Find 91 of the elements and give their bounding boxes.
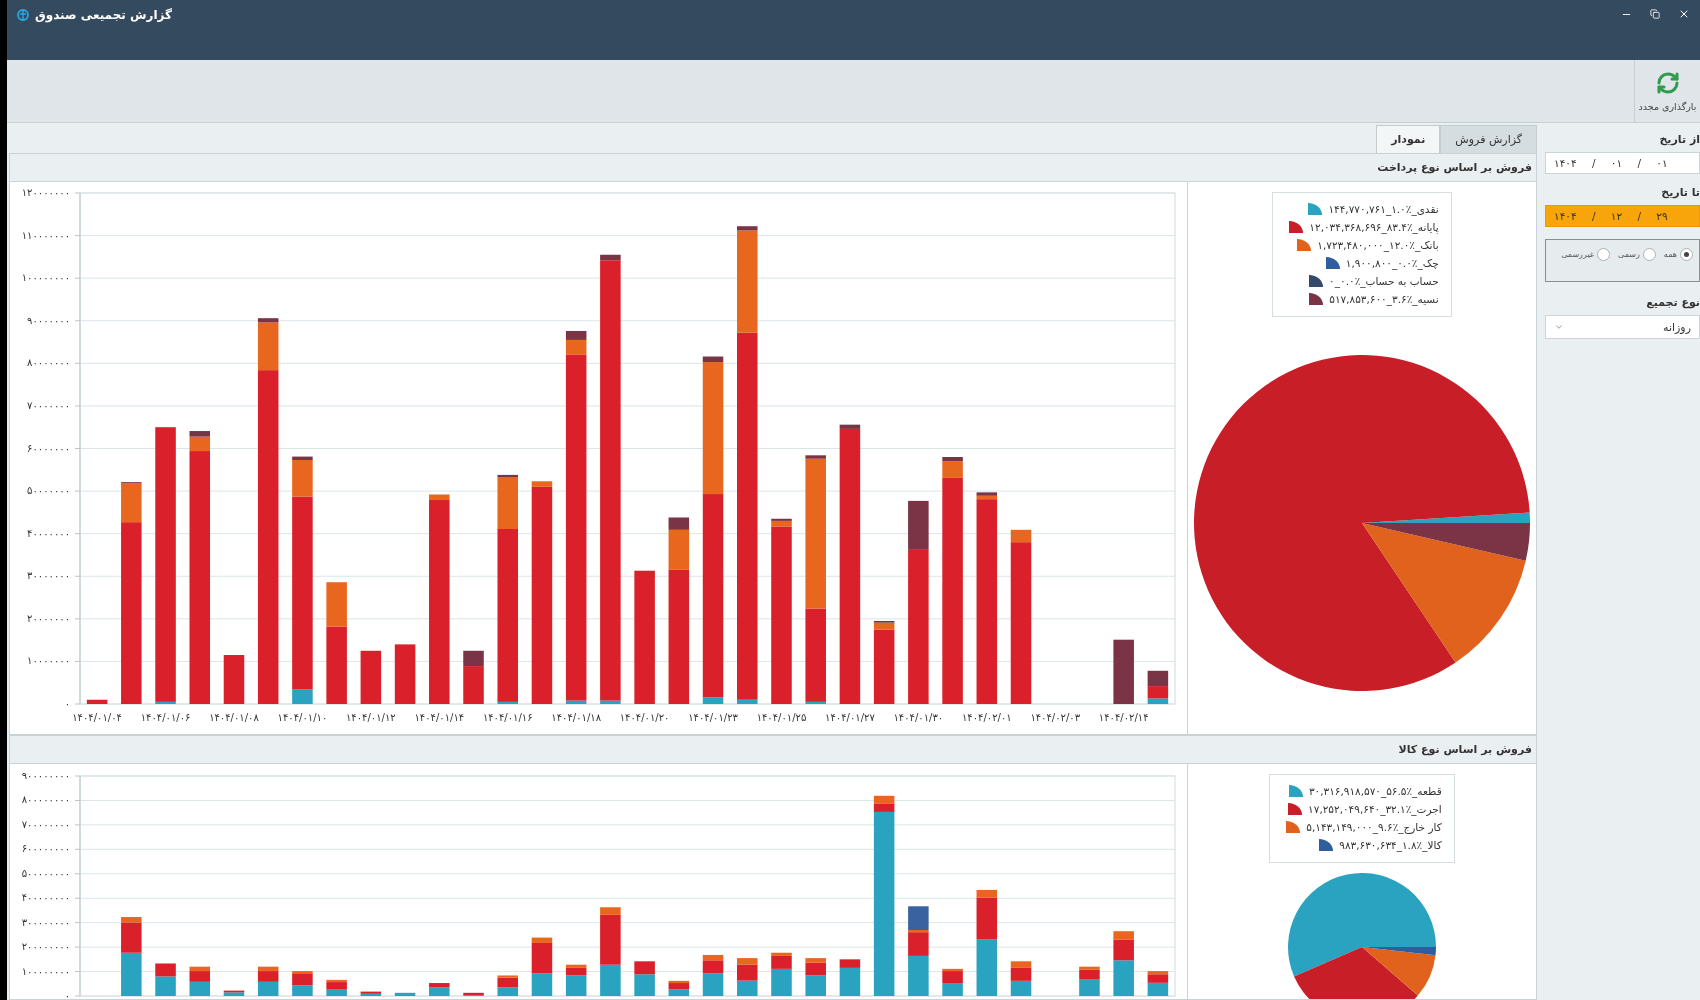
y-axis-label: ۲۰۰۰۰۰۰۰ xyxy=(27,612,70,624)
bar-segment xyxy=(531,973,553,996)
y-axis-label: ۶۰۰۰۰۰۰۰۰ xyxy=(21,843,70,855)
y-axis-label: ۱۰۰۰۰۰۰۰۰ xyxy=(21,965,70,977)
field-label: از تاریخ xyxy=(1659,133,1700,146)
y-axis-label: ۸۰۰۰۰۰۰۰ xyxy=(27,357,70,369)
legend-label: قطعه_٪۵۶.۵_۳۰,۳۱۶,۹۱۸,۵۷۰ xyxy=(1308,784,1442,797)
field-label: نوع تجمیع xyxy=(1646,296,1700,309)
x-axis-label: ۱۴۰۴/۰۱/۲۷ xyxy=(825,712,875,723)
y-axis-label: ۴۰۰۰۰۰۰۰۰ xyxy=(21,892,70,904)
x-axis-label: ۱۴۰۴/۰۱/۲۵ xyxy=(756,712,807,723)
x-axis-label: ۱۴۰۴/۰۱/۳۰ xyxy=(893,712,944,723)
legend-label: چک_٪۰.۰_۱,۹۰۰,۸۰۰ xyxy=(1345,256,1439,269)
x-axis-label: ۱۴۰۴/۰۲/۰۱ xyxy=(961,712,1012,723)
y-axis-label: ۹۰۰۰۰۰۰۰۰ xyxy=(21,770,70,781)
bar-segment xyxy=(292,985,313,996)
legend-label: نقدی_٪۱.۰_۱۴۴,۷۷۰,۷۶۱ xyxy=(1328,202,1439,215)
panel-title: فروش بر اساس نوع پرداخت xyxy=(1377,161,1532,174)
y-axis-label: ۸۰۰۰۰۰۰۰۰ xyxy=(21,794,70,806)
refresh-icon xyxy=(1655,70,1680,95)
caret-icon xyxy=(1554,322,1564,332)
legend-label: کالا_٪۱.۸_۹۸۳,۶۳۰,۶۳۴ xyxy=(1339,838,1442,851)
close-icon xyxy=(1678,8,1690,20)
restore-icon xyxy=(1650,9,1660,19)
y-axis-label: ۱۲۰۰۰۰۰۰۰ xyxy=(21,187,70,198)
radio-label: رسمی xyxy=(1618,250,1640,259)
y-axis-label: ۷۰۰۰۰۰۰۰۰ xyxy=(21,818,70,830)
legend-label: کار خارج_٪۹.۶_۵,۱۴۳,۱۴۹,۰۰۰ xyxy=(1306,820,1442,833)
y-axis-label: ۱۱۰۰۰۰۰۰۰ xyxy=(21,229,70,241)
bar-segment xyxy=(394,644,416,704)
radio-label: غیررسمی xyxy=(1561,250,1594,259)
bar-segment xyxy=(942,983,963,996)
legend-label: نسیه_٪۳.۶_۵۱۷,۸۵۳,۶۰۰ xyxy=(1329,292,1439,305)
x-axis-label: ۱۴۰۴/۰۲/۱۴ xyxy=(1098,712,1149,723)
window-title: گزارش تجمیعی صندوق xyxy=(35,8,172,22)
y-axis-label: ۳۰۰۰۰۰۰۰۰ xyxy=(21,916,70,928)
y-axis-label: ۹۰۰۰۰۰۰۰ xyxy=(27,314,70,326)
y-axis-label: ۱۰۰۰۰۰۰۰ xyxy=(27,655,70,667)
close-button[interactable] xyxy=(1678,8,1690,20)
date-field[interactable]: ۱۴۰۴ / ۰۱ / ۰۱ xyxy=(1545,152,1700,174)
legend-label: بانک_٪۱۲.۰_۱,۷۲۳,۴۸۰,۰۰۰ xyxy=(1317,238,1439,251)
bar-segment xyxy=(976,939,998,996)
x-axis-label: ۱۴۰۴/۰۱/۲۳ xyxy=(688,712,738,723)
x-axis-label: ۱۴۰۴/۰۱/۱۰ xyxy=(277,712,328,723)
tab[interactable]: نمودار xyxy=(1376,125,1441,153)
x-axis-label: ۱۴۰۴/۰۱/۱۴ xyxy=(414,712,465,723)
dropdown-value: روزانه xyxy=(1663,320,1691,334)
bar-segment xyxy=(873,795,895,804)
bar-segment xyxy=(360,650,382,704)
bar-segment xyxy=(1113,639,1134,704)
x-axis-label: ۱۴۰۴/۰۱/۱۲ xyxy=(346,712,396,723)
bar-segment xyxy=(121,952,142,996)
tab[interactable]: گزارش فروش xyxy=(1440,125,1537,153)
y-axis-label: ۳۰۰۰۰۰۰۰ xyxy=(27,570,70,582)
x-axis-label: ۱۴۰۴/۰۱/۰۶ xyxy=(140,712,191,723)
legend-label: پایانه_٪۸۳.۴_۱۲,۰۳۴,۳۶۸,۶۹۶ xyxy=(1309,220,1439,233)
legend-label: اجرت_٪۳۲.۱_۱۷,۲۵۲,۰۴۹,۶۴۰ xyxy=(1308,802,1442,815)
restore-button[interactable] xyxy=(1650,9,1660,19)
bar-segment xyxy=(223,655,245,704)
y-axis-label: ۴۰۰۰۰۰۰۰ xyxy=(27,527,70,539)
bar-segment xyxy=(155,976,176,996)
radio-button[interactable] xyxy=(1680,248,1693,261)
field-label: تا تاریخ xyxy=(1661,186,1700,199)
radio-button[interactable] xyxy=(1642,248,1656,261)
x-axis-label: ۱۴۰۴/۰۱/۱۶ xyxy=(482,712,533,723)
legend-label: حساب به حساب_٪۰.۰_۰ xyxy=(1329,274,1439,287)
y-axis-label: ۲۰۰۰۰۰۰۰۰ xyxy=(21,941,70,953)
y-axis-label: ۰ xyxy=(64,990,70,999)
bar-segment xyxy=(86,699,108,704)
y-axis-label: ۰ xyxy=(64,698,70,709)
bar-segment xyxy=(497,987,518,996)
date-field[interactable]: ۱۴۰۴ / ۱۲ / ۲۹ xyxy=(1545,205,1700,227)
radio-button[interactable] xyxy=(1597,248,1610,261)
y-axis-label: ۵۰۰۰۰۰۰۰۰ xyxy=(21,867,70,879)
x-axis-label: ۱۴۰۴/۰۱/۱۸ xyxy=(551,712,602,723)
y-axis-label: ۶۰۰۰۰۰۰۰ xyxy=(27,442,70,454)
x-axis-label: ۱۴۰۴/۰۲/۰۳ xyxy=(1030,712,1081,723)
radio-label: همه xyxy=(1663,250,1677,259)
y-axis-label: ۷۰۰۰۰۰۰۰ xyxy=(27,399,70,411)
y-axis-label: ۱۰۰۰۰۰۰۰۰ xyxy=(21,272,70,284)
x-axis-label: ۱۴۰۴/۰۱/۰۸ xyxy=(209,712,259,723)
bar-segment xyxy=(155,963,176,977)
panel-title: فروش بر اساس نوع کالا xyxy=(1398,743,1532,756)
x-axis-label: ۱۴۰۴/۰۱/۰۴ xyxy=(72,712,122,723)
bar-segment xyxy=(394,992,416,996)
y-axis-label: ۵۰۰۰۰۰۰۰ xyxy=(27,485,70,497)
bar-segment xyxy=(1147,670,1169,687)
x-axis-label: ۱۴۰۴/۰۱/۲۰ xyxy=(619,712,670,723)
dropdown[interactable]: روزانه xyxy=(1545,315,1700,339)
reload-button[interactable]: بارگذاری مجدد xyxy=(1634,60,1700,122)
app-logo-icon xyxy=(17,9,29,21)
